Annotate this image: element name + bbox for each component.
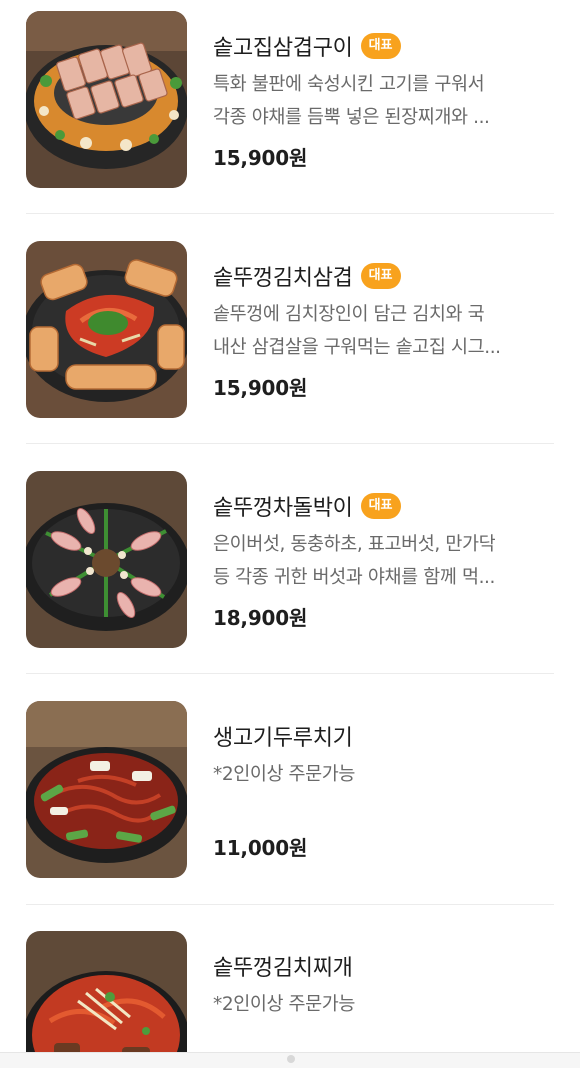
kimchi-pork-belly-dish xyxy=(26,241,187,418)
menu-item-price: 11,000원 xyxy=(213,836,308,860)
menu-item[interactable]: 솥뚜껑김치삼겹 대표 솥뚜껑에 김치장인이 담근 김치와 국 내산 삼겹살을 구… xyxy=(26,241,554,421)
menu-item-name: 생고기두루치기 xyxy=(213,726,353,751)
bottom-sheet-bar xyxy=(0,1052,580,1068)
description-line: 솥뚜껑에 김치장인이 담근 김치와 국 xyxy=(213,304,485,325)
brisket-mushroom-dish xyxy=(26,471,187,648)
description-line: 각종 야채를 듬뿍 넣은 된장찌개와 ... xyxy=(213,107,490,128)
menu-item-name: 솥뚜껑김치삼겹 xyxy=(213,266,353,291)
divider xyxy=(26,904,554,905)
signature-badge: 대표 xyxy=(360,33,401,59)
menu-item-description: *2인이상 주문가능 xyxy=(213,988,561,1021)
scroll-indicator-dot xyxy=(287,1055,295,1063)
description-line: 은이버섯, 동충하초, 표고버섯, 만가닥 xyxy=(213,534,496,555)
divider xyxy=(26,673,554,674)
menu-item[interactable]: 솥뚜껑김치찌개 *2인이상 주문가능 xyxy=(26,931,554,1068)
menu-item-photo[interactable] xyxy=(26,471,187,648)
menu-item-description: 은이버섯, 동충하초, 표고버섯, 만가닥 등 각종 귀한 버섯과 야채를 함께… xyxy=(213,528,561,594)
kimchi-stew-dish xyxy=(26,931,187,1068)
description-line: 등 각종 귀한 버섯과 야채를 함께 먹... xyxy=(213,567,496,588)
menu-item-name: 솥뚜껑차돌박이 xyxy=(213,496,353,521)
menu-item-photo[interactable] xyxy=(26,931,187,1068)
spicy-stir-fried-pork-dish xyxy=(26,701,187,878)
menu-item-description: *2인이상 주문가능 xyxy=(213,758,561,791)
signature-badge: 대표 xyxy=(360,263,401,289)
menu-item[interactable]: 솥고집삼겹구이 대표 특화 불판에 숙성시킨 고기를 구워서 각종 야채를 듬뿍… xyxy=(26,11,554,191)
description-line: *2인이상 주문가능 xyxy=(213,764,356,785)
pork-belly-grill-dish xyxy=(26,11,187,188)
menu-item-name: 솥고집삼겹구이 xyxy=(213,36,353,61)
menu-item-description: 솥뚜껑에 김치장인이 담근 김치와 국 내산 삼겹살을 구워먹는 솥고집 시그.… xyxy=(213,298,561,364)
description-line: *2인이상 주문가능 xyxy=(213,994,356,1015)
description-line: 내산 삼겹살을 구워먹는 솥고집 시그... xyxy=(213,337,501,358)
menu-item[interactable]: 솥뚜껑차돌박이 대표 은이버섯, 동충하초, 표고버섯, 만가닥 등 각종 귀한… xyxy=(26,471,554,651)
menu-item-photo[interactable] xyxy=(26,241,187,418)
menu-item-photo[interactable] xyxy=(26,11,187,188)
menu-item-price: 15,900원 xyxy=(213,376,308,400)
menu-item[interactable]: 생고기두루치기 *2인이상 주문가능 11,000원 xyxy=(26,701,554,881)
menu-item-description: 특화 불판에 숙성시킨 고기를 구워서 각종 야채를 듬뿍 넣은 된장찌개와 .… xyxy=(213,68,561,134)
divider xyxy=(26,443,554,444)
menu-item-price: 18,900원 xyxy=(213,606,308,630)
description-line: 특화 불판에 숙성시킨 고기를 구워서 xyxy=(213,74,485,95)
divider xyxy=(26,213,554,214)
menu-item-price: 15,900원 xyxy=(213,146,308,170)
menu-item-photo[interactable] xyxy=(26,701,187,878)
signature-badge: 대표 xyxy=(360,493,401,519)
menu-item-name: 솥뚜껑김치찌개 xyxy=(213,956,353,981)
